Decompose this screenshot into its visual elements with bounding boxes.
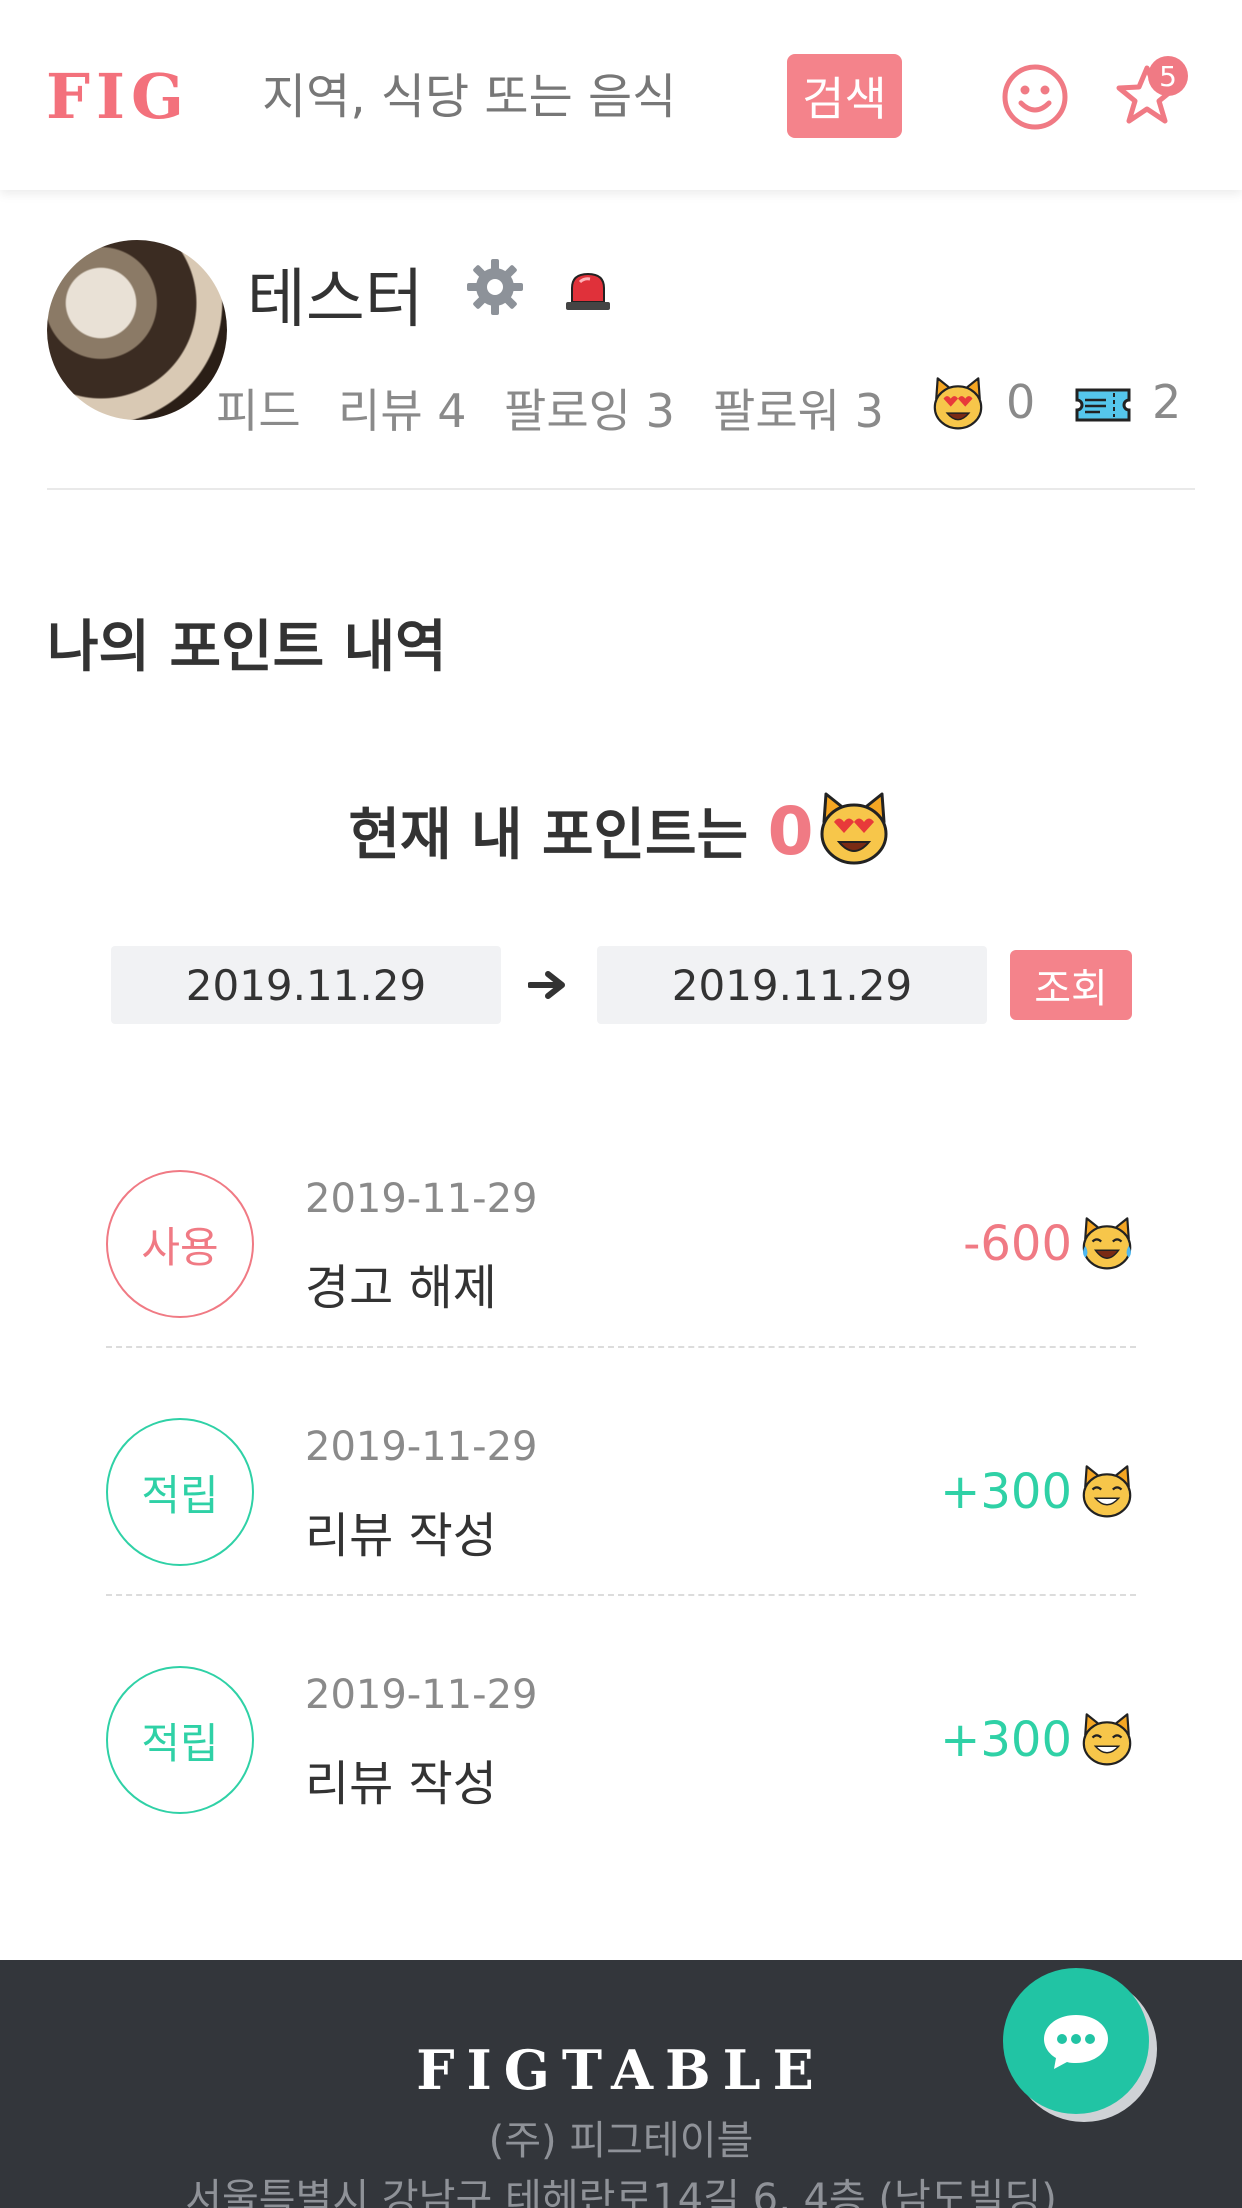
profile-divider bbox=[47, 488, 1195, 490]
cat-tears-of-joy-icon bbox=[1082, 1217, 1132, 1270]
current-points-label: 현재 내 포인트는 bbox=[348, 803, 749, 868]
stat-feed[interactable]: 피드 bbox=[216, 375, 301, 441]
item-separator bbox=[106, 1346, 1136, 1348]
stat-reviews[interactable]: 리뷰 4 bbox=[338, 375, 467, 441]
type-badge: 적립 bbox=[106, 1418, 254, 1566]
chat-button[interactable] bbox=[1003, 1968, 1149, 2114]
item-description: 리뷰 작성 bbox=[305, 1508, 497, 1564]
history-item: 적립 2019-11-29 리뷰 작성 +300 bbox=[106, 1396, 1136, 1596]
stat-following[interactable]: 팔로잉 3 bbox=[504, 375, 675, 441]
arrow-right-icon bbox=[528, 971, 565, 999]
item-separator bbox=[106, 1594, 1136, 1596]
type-badge: 사용 bbox=[106, 1170, 254, 1318]
stat-points: 0 bbox=[1006, 375, 1036, 429]
cat-grin-icon bbox=[1082, 1713, 1132, 1766]
cat-heart-eyes-icon bbox=[933, 377, 983, 430]
siren-icon bbox=[566, 272, 610, 310]
top-header: FIG 검색 5 bbox=[0, 0, 1242, 190]
search-input[interactable] bbox=[262, 58, 732, 136]
chat-bubble-icon bbox=[1044, 2015, 1108, 2069]
query-button[interactable]: 조회 bbox=[1010, 950, 1132, 1020]
current-points-value: 0 bbox=[767, 793, 814, 870]
item-description: 리뷰 작성 bbox=[305, 1756, 497, 1812]
footer-company: (주) 피그테이블 bbox=[488, 2118, 754, 2164]
gear-icon[interactable] bbox=[463, 255, 527, 319]
start-date-field[interactable]: 2019.11.29 bbox=[111, 946, 501, 1024]
history-item: 적립 2019-11-29 리뷰 작성 +300 bbox=[106, 1644, 1136, 1844]
item-date: 2019-11-29 bbox=[305, 1672, 538, 1718]
notification-badge: 5 bbox=[1148, 56, 1188, 96]
search-button[interactable]: 검색 bbox=[787, 54, 902, 138]
type-badge: 적립 bbox=[106, 1666, 254, 1814]
stat-tickets: 2 bbox=[1152, 375, 1182, 429]
item-date: 2019-11-29 bbox=[305, 1176, 538, 1222]
end-date-field[interactable]: 2019.11.29 bbox=[597, 946, 987, 1024]
item-amount: +300 bbox=[940, 1464, 1072, 1520]
item-amount: +300 bbox=[940, 1712, 1072, 1768]
ticket-icon bbox=[1075, 388, 1131, 422]
history-item: 사용 2019-11-29 경고 해제 -600 bbox=[106, 1148, 1136, 1348]
item-date: 2019-11-29 bbox=[305, 1424, 538, 1470]
avatar[interactable] bbox=[47, 240, 227, 420]
stat-followers[interactable]: 팔로워 3 bbox=[713, 375, 884, 441]
current-points: 현재 내 포인트는 0 bbox=[0, 788, 1242, 871]
cat-heart-eyes-icon bbox=[820, 792, 888, 865]
cat-grin-icon bbox=[1082, 1465, 1132, 1518]
section-title: 나의 포인트 내역 bbox=[47, 615, 447, 680]
smile-icon[interactable] bbox=[1001, 63, 1069, 131]
item-description: 경고 해제 bbox=[305, 1260, 497, 1316]
app-logo[interactable]: FIG bbox=[46, 60, 190, 133]
footer-address: 서울특별시 강남구 테헤란로14길 6, 4층 (남도빌딩) bbox=[185, 2176, 1057, 2208]
item-amount: -600 bbox=[963, 1216, 1072, 1272]
profile-name: 테스터 bbox=[247, 263, 424, 337]
